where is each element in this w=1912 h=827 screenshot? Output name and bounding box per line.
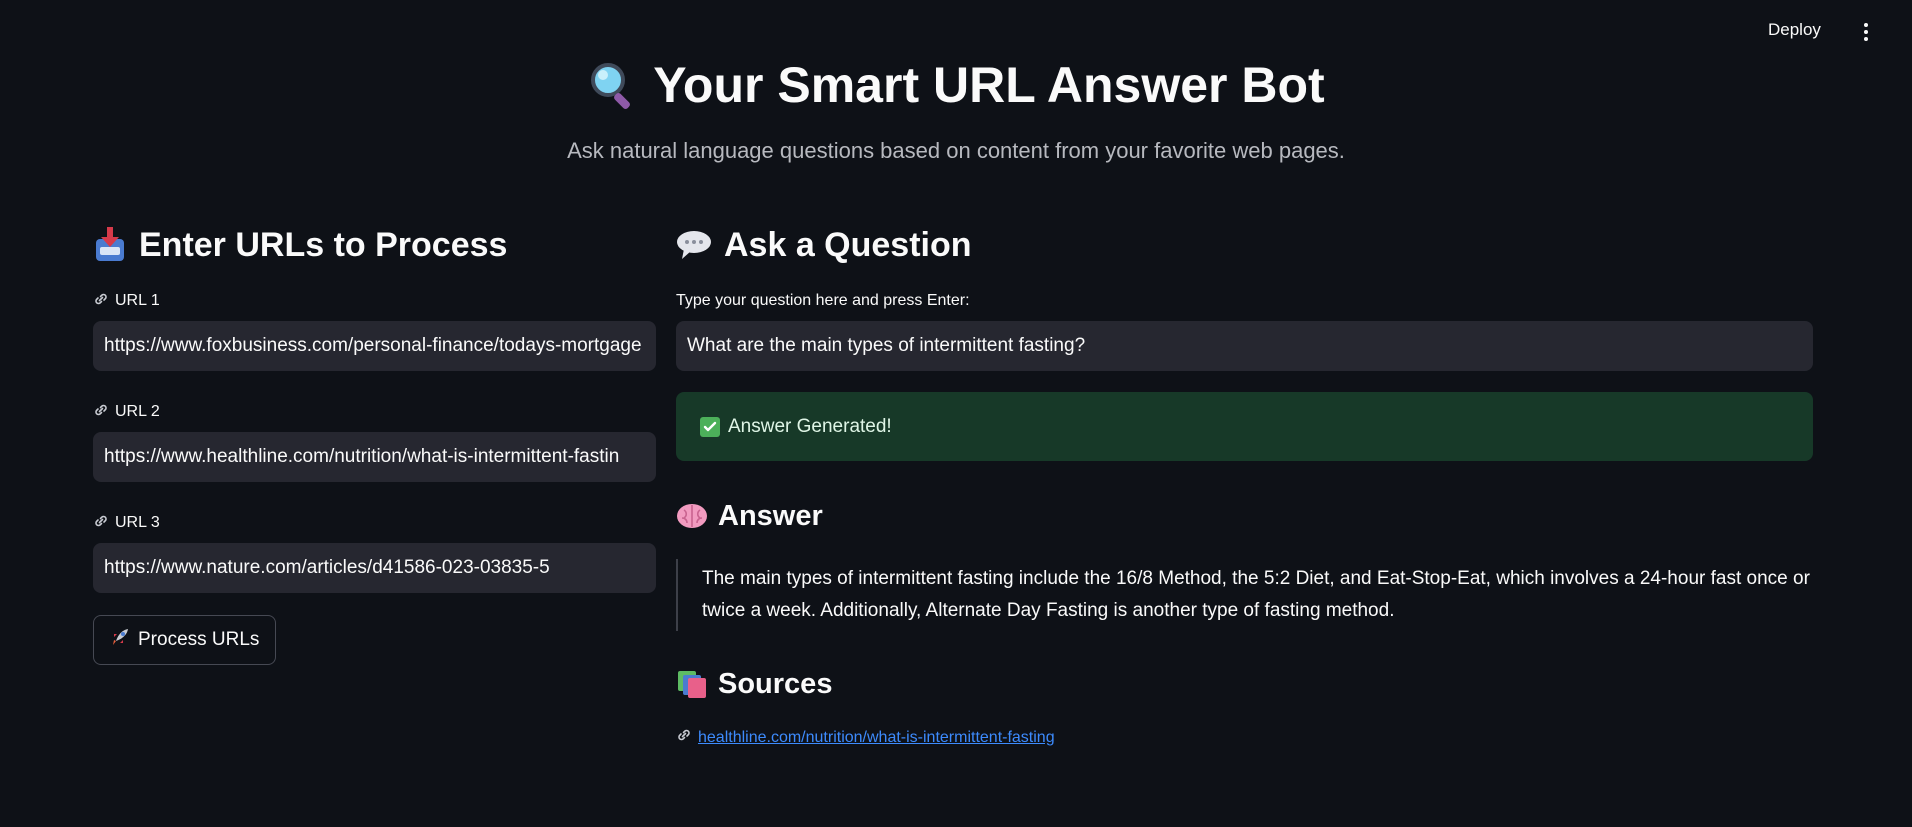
inbox-tray-icon: [93, 227, 127, 263]
url-3-input[interactable]: [93, 543, 656, 593]
urls-heading-text: Enter URLs to Process: [139, 226, 508, 264]
page-title: Your Smart URL Answer Bot: [587, 52, 1325, 118]
brain-icon: [676, 502, 708, 530]
success-text: Answer Generated!: [728, 415, 892, 437]
page-subtitle: Ask natural language questions based on …: [567, 138, 1345, 163]
answer-heading-text: Answer: [718, 500, 823, 532]
answer-text: The main types of intermittent fasting i…: [676, 559, 1813, 631]
link-icon: [676, 727, 692, 748]
title-text: Your Smart URL Answer Bot: [653, 57, 1325, 113]
process-urls-button[interactable]: Process URLs: [93, 615, 277, 665]
url-2-input[interactable]: [93, 432, 656, 482]
answer-heading: Answer: [676, 495, 1813, 537]
rocket-icon: [110, 627, 130, 653]
url-3-label: URL 3: [93, 512, 656, 534]
url-1-label-text: URL 1: [115, 292, 160, 309]
url-2-label: URL 2: [93, 401, 656, 423]
source-link-text: healthline.com/nutrition/what-is-intermi…: [698, 728, 1055, 746]
process-urls-label: Process URLs: [138, 629, 260, 650]
source-link[interactable]: healthline.com/nutrition/what-is-intermi…: [676, 727, 1055, 748]
question-label: Type your question here and press Enter:: [676, 292, 970, 309]
link-icon: [93, 291, 109, 312]
sources-heading-text: Sources: [718, 668, 833, 700]
link-icon: [93, 402, 109, 423]
url-input-panel: Enter URLs to Process URL 1 URL 2 URL 3: [93, 220, 656, 665]
magnifying-glass-icon: [587, 59, 639, 111]
question-field: Type your question here and press Enter:: [676, 290, 1813, 371]
url-1-input[interactable]: [93, 321, 656, 371]
main-menu-icon[interactable]: [1856, 20, 1876, 44]
url-3-label-text: URL 3: [115, 514, 160, 531]
question-heading: Ask a Question: [676, 220, 1813, 270]
sources-heading: Sources: [676, 663, 1813, 705]
link-icon: [93, 513, 109, 534]
question-heading-text: Ask a Question: [724, 226, 972, 264]
speech-balloon-icon: [676, 230, 712, 260]
url-1-label: URL 1: [93, 290, 656, 312]
page-header: Your Smart URL Answer Bot Ask natural la…: [0, 52, 1912, 164]
url-field-2: URL 2: [93, 401, 656, 482]
url-field-3: URL 3: [93, 512, 656, 593]
deploy-button[interactable]: Deploy: [1768, 20, 1821, 40]
question-input[interactable]: [676, 321, 1813, 371]
check-mark-icon: [700, 416, 720, 437]
books-icon: [676, 669, 708, 699]
url-2-label-text: URL 2: [115, 403, 160, 420]
url-field-1: URL 1: [93, 290, 656, 371]
urls-heading: Enter URLs to Process: [93, 220, 656, 270]
success-alert: Answer Generated!: [676, 392, 1813, 461]
question-panel: Ask a Question Type your question here a…: [676, 220, 1813, 748]
